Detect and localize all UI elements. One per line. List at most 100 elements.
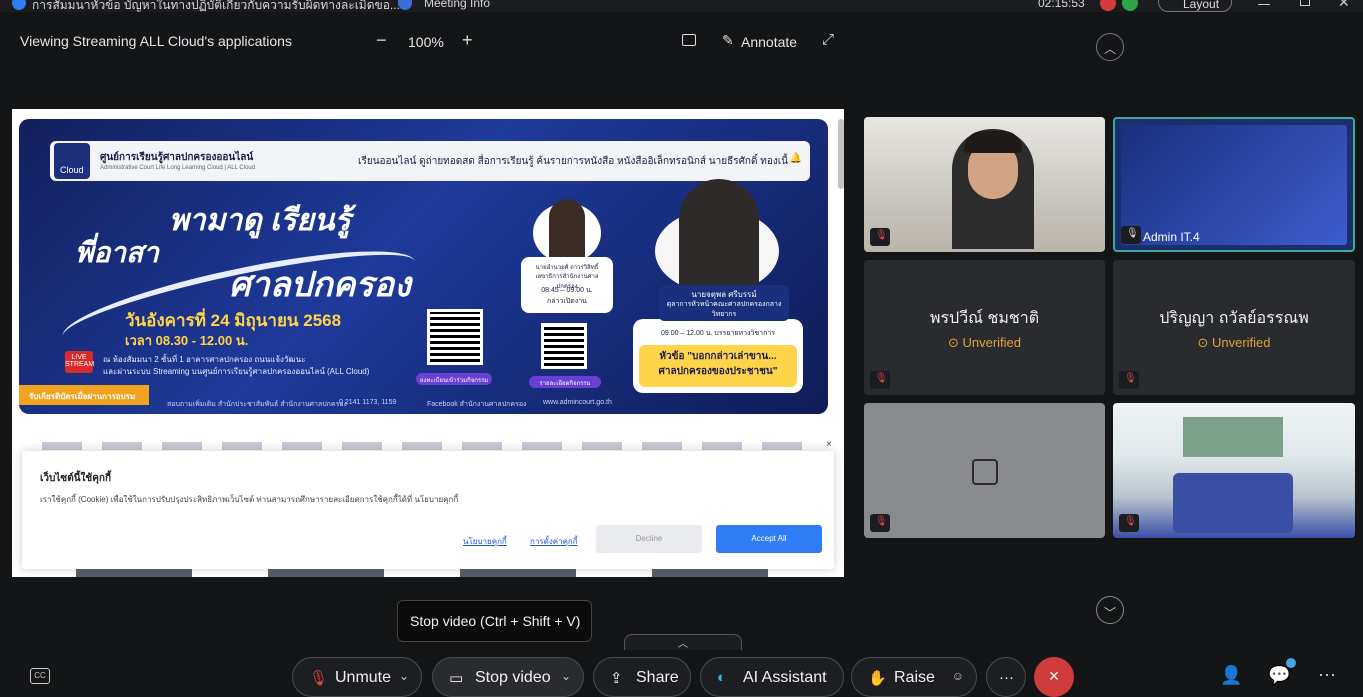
- maximize-icon[interactable]: [1300, 0, 1310, 6]
- muted-mic-icon: 🎙: [870, 228, 890, 246]
- headline-main: ศาลปกครอง: [229, 266, 411, 304]
- control-bar: 🎙 Unmute ⌄ ▭ Stop video ⌄ ⇪ Share ◐ AI A…: [0, 650, 1363, 697]
- speaker2-topic-line2: ศาลปกครองของประชาชน": [658, 366, 778, 377]
- leave-meeting-button[interactable]: ×: [1034, 657, 1074, 697]
- shared-scrollbar[interactable]: [838, 119, 844, 189]
- room-table: [1173, 473, 1293, 533]
- unverified-badge: ⊙ Unverified: [1197, 335, 1271, 350]
- gallery-up-button[interactable]: ︿: [1096, 33, 1124, 61]
- thumbnail[interactable]: [268, 569, 384, 577]
- thumbnail-row: [72, 569, 812, 577]
- app-logo-icon: [12, 0, 26, 10]
- chevron-down-icon[interactable]: ⌄: [561, 669, 571, 683]
- stop-video-button[interactable]: ▭ Stop video ⌄: [432, 657, 584, 697]
- chat-icon[interactable]: 💬: [1268, 665, 1290, 686]
- recording-icon[interactable]: [1100, 0, 1116, 11]
- hand-icon: ✋: [868, 670, 887, 687]
- annotate-button[interactable]: Annotate: [741, 34, 797, 50]
- network-icon[interactable]: [1122, 0, 1138, 11]
- site-menu[interactable]: เรียนออนไลน์ ดูถ่ายทอดสด สื่อการเรียนรู้…: [358, 154, 788, 169]
- cookie-policy-link[interactable]: นโยบายคุกกี้: [463, 535, 507, 548]
- video-tile-room[interactable]: 🎙: [1113, 403, 1355, 538]
- meeting-info-button[interactable]: Meeting Info: [424, 0, 490, 10]
- meeting-window: การสัมมนาหัวข้อ บัญหาในทางปฏิบัติเกี่ยวก…: [0, 0, 1363, 697]
- speaker2-topic: หัวข้อ "บอกกล่าวเล่าขาน... ศาลปกครองของป…: [639, 345, 797, 387]
- collapse-toolbar-tab[interactable]: ︿: [624, 634, 742, 650]
- register-qr-label: ลงทะเบียนเข้าร่วมกิจกรรม: [416, 373, 492, 385]
- mic-icon: 🎙: [1121, 226, 1141, 244]
- video-tile-self[interactable]: 🎙: [864, 117, 1105, 252]
- cookie-accept-button[interactable]: Accept All: [716, 525, 822, 553]
- video-tile-no-video[interactable]: 🎙: [864, 403, 1105, 538]
- video-tile-participant[interactable]: ปริญญา ถวัลย์อรรณพ ⊙ Unverified 🎙: [1113, 260, 1355, 395]
- participants-icon[interactable]: 👤: [1220, 665, 1242, 686]
- speaker1-time: 08.45 – 09.00 น.: [541, 287, 593, 294]
- meeting-title: การสัมมนาหัวข้อ บัญหาในทางปฏิบัติเกี่ยวก…: [32, 0, 400, 12]
- cookie-settings-link[interactable]: การตั้งค่าคุกกี้: [530, 535, 578, 548]
- muted-mic-icon: 🎙: [1119, 514, 1139, 532]
- site-org-name: ศูนย์การเรียนรู้ศาลปกครองออนไลน์: [100, 152, 254, 163]
- speaker1-task: กล่าวเปิดงาน: [547, 298, 587, 305]
- speaker2-time: 09.00 – 12.00 น. บรรยายทางวิชาการ: [660, 330, 776, 337]
- cookie-close-button[interactable]: ×: [826, 439, 832, 450]
- muted-mic-icon: 🎙: [309, 670, 329, 687]
- contact-info: สอบถามเพิ่มเติม สำนักประชาสัมพันธ์ สำนัก…: [167, 401, 347, 408]
- register-qr-code: [427, 309, 483, 365]
- site-logo-icon[interactable]: Cloud: [54, 143, 90, 179]
- event-banner: Cloud ศูนย์การเรียนรู้ศาลปกครองออนไลน์ A…: [19, 119, 828, 414]
- share-screen-icon: ⇪: [610, 670, 623, 687]
- fullscreen-icon[interactable]: ⤢: [822, 31, 834, 48]
- ai-assistant-button[interactable]: ◐ AI Assistant: [700, 657, 844, 697]
- ai-assistant-icon: ◐: [717, 669, 727, 686]
- zoom-level[interactable]: 100%: [408, 34, 444, 50]
- details-qr-code: [541, 323, 587, 369]
- live-stream-badge: LIVE STREAM: [65, 351, 94, 373]
- muted-mic-icon: 🎙: [870, 514, 890, 532]
- more-icon: ···: [999, 669, 1014, 686]
- event-venue-online: และผ่านระบบ Streaming บนศูนย์การเรียนรู้…: [103, 367, 370, 376]
- details-qr-label: รายละเอียดกิจกรรม: [529, 376, 601, 388]
- cookie-title: เว็บไซต์นี้ใช้คุกกี้: [40, 473, 111, 484]
- bell-icon[interactable]: 🔔: [790, 153, 802, 164]
- room-screen: [1183, 417, 1283, 457]
- obscured-text-row: [42, 442, 822, 450]
- zoom-out-button[interactable]: −: [376, 30, 387, 51]
- reaction-icon[interactable]: ☺: [952, 669, 964, 683]
- share-button[interactable]: ⇪ Share: [593, 657, 691, 697]
- minimize-icon[interactable]: [1258, 4, 1270, 5]
- shared-slide-video: [1121, 125, 1347, 245]
- thumbnail[interactable]: [460, 569, 576, 577]
- more-options-button[interactable]: ···: [986, 657, 1026, 697]
- speaker2-role-title: วิทยากร: [711, 311, 737, 318]
- chevron-down-icon[interactable]: ⌄: [399, 669, 409, 683]
- overflow-menu-icon[interactable]: ···: [1318, 664, 1336, 685]
- gallery-down-button[interactable]: ﹀: [1096, 596, 1124, 624]
- certificate-ribbon: รับเกียรติบัตรเมื่อผ่านการอบรม: [19, 385, 149, 405]
- close-window-icon[interactable]: ✕: [1338, 0, 1350, 11]
- thumbnail[interactable]: [76, 569, 192, 577]
- pop-out-icon[interactable]: [682, 34, 696, 46]
- thumbnail[interactable]: [652, 569, 768, 577]
- contact-facebook: Facebook สำนักงานศาลปกครอง: [427, 401, 527, 408]
- speaker2-topic-line1: หัวข้อ "บอกกล่าวเล่าขาน...: [659, 351, 777, 362]
- contact-website: www.admincourt.go.th: [543, 399, 612, 406]
- video-tile-participant[interactable]: พรปวีณ์ ชมชาติ ⊙ Unverified 🎙: [864, 260, 1105, 395]
- shield-icon[interactable]: [398, 0, 412, 10]
- video-tile-admin[interactable]: 🎙 Admin IT.4: [1113, 117, 1355, 252]
- participant-name: พรปวีณ์ ชมชาติ: [929, 310, 1040, 327]
- chat-unread-dot: [1286, 658, 1296, 668]
- zoom-in-button[interactable]: +: [462, 30, 473, 51]
- closed-captions-icon[interactable]: CC: [30, 668, 50, 684]
- camera-icon: ▭: [449, 670, 464, 687]
- contact-phone: 0 2141 1173, 1159: [339, 399, 397, 406]
- viewing-label: Viewing Streaming ALL Cloud's applicatio…: [20, 33, 292, 49]
- raise-hand-button[interactable]: ✋ Raise ☺: [851, 657, 977, 697]
- unmute-button[interactable]: 🎙 Unmute ⌄: [292, 657, 422, 697]
- annotate-icon[interactable]: ✎: [722, 32, 734, 49]
- no-camera-icon: [972, 459, 998, 485]
- speaker1-photo: [549, 199, 585, 261]
- layout-button[interactable]: Layout: [1158, 0, 1232, 12]
- cookie-decline-button[interactable]: Decline: [596, 525, 702, 553]
- cookie-consent-dialog: × เว็บไซต์นี้ใช้คุกกี้ เราใช้คุกกี้ (Coo…: [22, 439, 834, 569]
- meeting-timer: 02:15:53: [1038, 0, 1085, 10]
